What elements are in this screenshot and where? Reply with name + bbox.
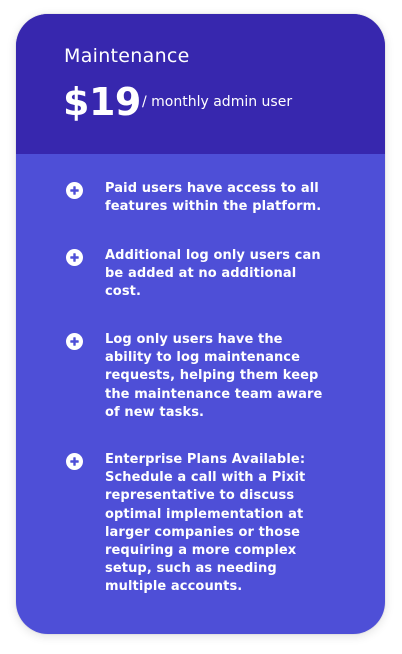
- feature-text: Enterprise Plans Available: Schedule a c…: [105, 452, 306, 595]
- plus-circle-icon: [66, 249, 83, 266]
- feature-text: Additional log only users can be added a…: [105, 248, 321, 300]
- plan-name: Maintenance: [64, 45, 190, 67]
- pricing-card: Maintenance $19 / monthly admin user Pai…: [16, 14, 385, 634]
- plus-circle-icon: [66, 333, 83, 350]
- feature-text: Paid users have access to all features w…: [105, 181, 322, 215]
- feature-text: Log only users have the ability to log m…: [105, 332, 323, 420]
- price-period: / monthly admin user: [142, 94, 293, 110]
- plus-circle-icon: [66, 182, 83, 199]
- pricing-card-header: Maintenance $19 / monthly admin user: [16, 14, 385, 154]
- plus-circle-icon: [66, 453, 83, 470]
- plan-price: $19: [63, 80, 141, 124]
